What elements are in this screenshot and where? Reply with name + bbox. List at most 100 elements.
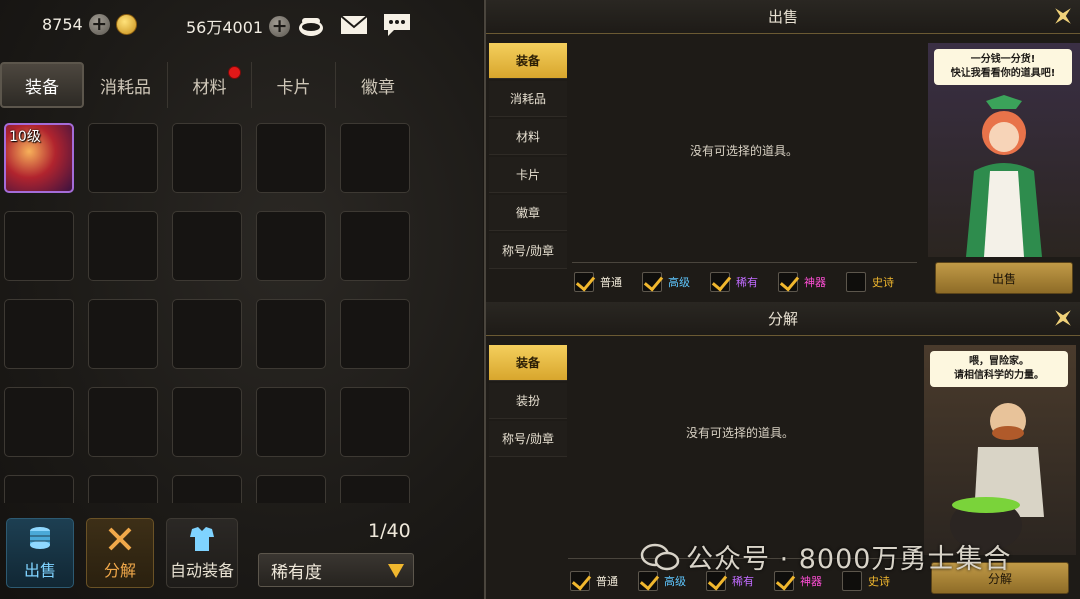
sell-tab-consumables[interactable]: 消耗品 [489,81,567,117]
inventory-slot[interactable] [256,299,326,369]
inventory-slot[interactable] [256,387,326,457]
inventory-slot[interactable] [4,387,74,457]
item-level-label: 10级 [9,129,41,145]
disassemble-filter-0[interactable]: 普通 [570,571,618,591]
inventory-slot[interactable] [340,123,410,193]
inventory-slot[interactable] [4,475,74,503]
scientist-illustration [950,403,1044,551]
inventory-slot[interactable] [88,387,158,457]
checkbox[interactable] [778,272,798,292]
inventory-slot[interactable] [340,299,410,369]
filter-label: 史诗 [872,276,894,289]
inventory-slot[interactable] [340,475,410,503]
sell-confirm-button[interactable]: 出售 [935,262,1073,294]
filter-label: 普通 [596,575,618,588]
gold-currency: 56万4001 + [186,14,291,38]
checkbox[interactable] [570,571,590,591]
close-icon[interactable] [1052,307,1074,329]
scientist-line-2: 请相信科学的力量。 [954,370,1044,381]
add-points-plus-icon[interactable]: + [88,14,110,35]
sort-select[interactable]: 稀有度 [258,553,414,587]
sell-filter-3[interactable]: 神器 [778,272,826,292]
tab-badges[interactable]: 徽章 [336,62,420,108]
tab-equipment[interactable]: 装备 [0,62,84,108]
sort-select-value: 稀有度 [271,562,322,583]
inventory-slot[interactable] [172,211,242,281]
close-icon[interactable] [1052,5,1074,27]
sell-filter-0[interactable]: 普通 [574,272,622,292]
disassemble-button[interactable]: 分解 [86,518,154,588]
sell-side-tabs: 装备 消耗品 材料 卡片 徽章 称号/勋章 [489,43,567,271]
tab-label: 材料 [192,77,227,98]
sell-filter-4[interactable]: 史诗 [846,272,894,292]
inventory-slot[interactable] [256,123,326,193]
filter-label: 稀有 [736,276,758,289]
wechat-icon [640,543,680,570]
armor-icon [190,527,214,551]
slot-count: 1/40 [368,520,411,542]
inventory-slot[interactable] [4,211,74,281]
sell-tab-titles[interactable]: 称号/勋章 [489,233,567,269]
disassemble-panel-title: 分解 [767,310,798,328]
chat-icon[interactable] [382,12,412,38]
inventory-slot[interactable] [172,299,242,369]
scientist-speech-bubble: 喂，冒险家。 请相信科学的力量。 [930,351,1068,387]
sell-tab-cards[interactable]: 卡片 [489,157,567,193]
sell-tab-materials[interactable]: 材料 [489,119,567,155]
inventory-item-slot[interactable]: 10级 [4,123,74,193]
inventory-slot[interactable] [172,475,242,503]
coin-icon [115,14,137,35]
inventory-slot[interactable] [340,211,410,281]
disassemble-tab-equipment[interactable]: 装备 [489,345,567,381]
sell-panel-header: 出售 [486,0,1080,34]
auto-equip-label: 自动装备 [169,561,234,580]
points-currency: 8754 + [42,14,137,35]
tab-materials[interactable]: 材料 [168,62,252,108]
pot-icon[interactable] [296,12,326,38]
inventory-slot[interactable] [88,211,158,281]
gold-value: 56万4001 [186,18,264,37]
tab-label: 徽章 [361,77,395,98]
disassemble-tab-titles[interactable]: 称号/勋章 [489,421,567,457]
inventory-slot[interactable] [88,475,158,503]
sell-rarity-filters: 普通 高级 稀有 神器 史诗 [574,272,914,292]
inventory-actions: 出售 分解 自动装备 1/40 稀有度 [0,510,483,599]
filter-label: 高级 [668,276,690,289]
tab-label: 消耗品 [100,77,151,98]
merchant-line-1: 一分钱一分货! [970,54,1036,65]
sell-tab-badges[interactable]: 徽章 [489,195,567,231]
sell-tab-equipment[interactable]: 装备 [489,43,567,79]
sell-button[interactable]: 出售 [6,518,74,588]
merchant-girl-illustration [966,95,1042,257]
sell-filter-2[interactable]: 稀有 [710,272,758,292]
checkbox[interactable] [846,272,866,292]
add-gold-plus-icon[interactable]: + [269,15,291,37]
tab-cards[interactable]: 卡片 [252,62,336,108]
inventory-slot[interactable] [256,211,326,281]
tab-consumables[interactable]: 消耗品 [84,62,168,108]
checkbox[interactable] [574,272,594,292]
inventory-slot[interactable] [4,299,74,369]
dropdown-arrow-icon [388,564,404,578]
disassemble-tab-costumes[interactable]: 装扮 [489,383,567,419]
filter-label: 普通 [600,276,622,289]
watermark: 公众号 · 8000万勇士集合 [640,537,1011,576]
merchant-line-2: 快让我看看你的道具吧! [950,68,1056,79]
sell-label: 出售 [23,561,56,580]
sell-empty-message: 没有可选择的道具。 [690,144,799,158]
merchant-speech-bubble: 一分钱一分货! 快让我看看你的道具吧! [934,49,1072,85]
auto-equip-button[interactable]: 自动装备 [166,518,238,588]
merchant-npc-portrait: 一分钱一分货! 快让我看看你的道具吧! [928,43,1080,257]
inventory-slot[interactable] [340,387,410,457]
mail-icon[interactable] [339,12,369,38]
inventory-slot[interactable] [88,299,158,369]
checkbox[interactable] [642,272,662,292]
inventory-slot[interactable] [256,475,326,503]
checkbox[interactable] [710,272,730,292]
inventory-slot[interactable] [88,123,158,193]
sell-panel-title: 出售 [767,8,798,26]
inventory-slot[interactable] [172,123,242,193]
inventory-slot[interactable] [172,387,242,457]
sell-filter-1[interactable]: 高级 [642,272,690,292]
scientist-npc-portrait: 喂，冒险家。 请相信科学的力量。 [924,345,1076,555]
